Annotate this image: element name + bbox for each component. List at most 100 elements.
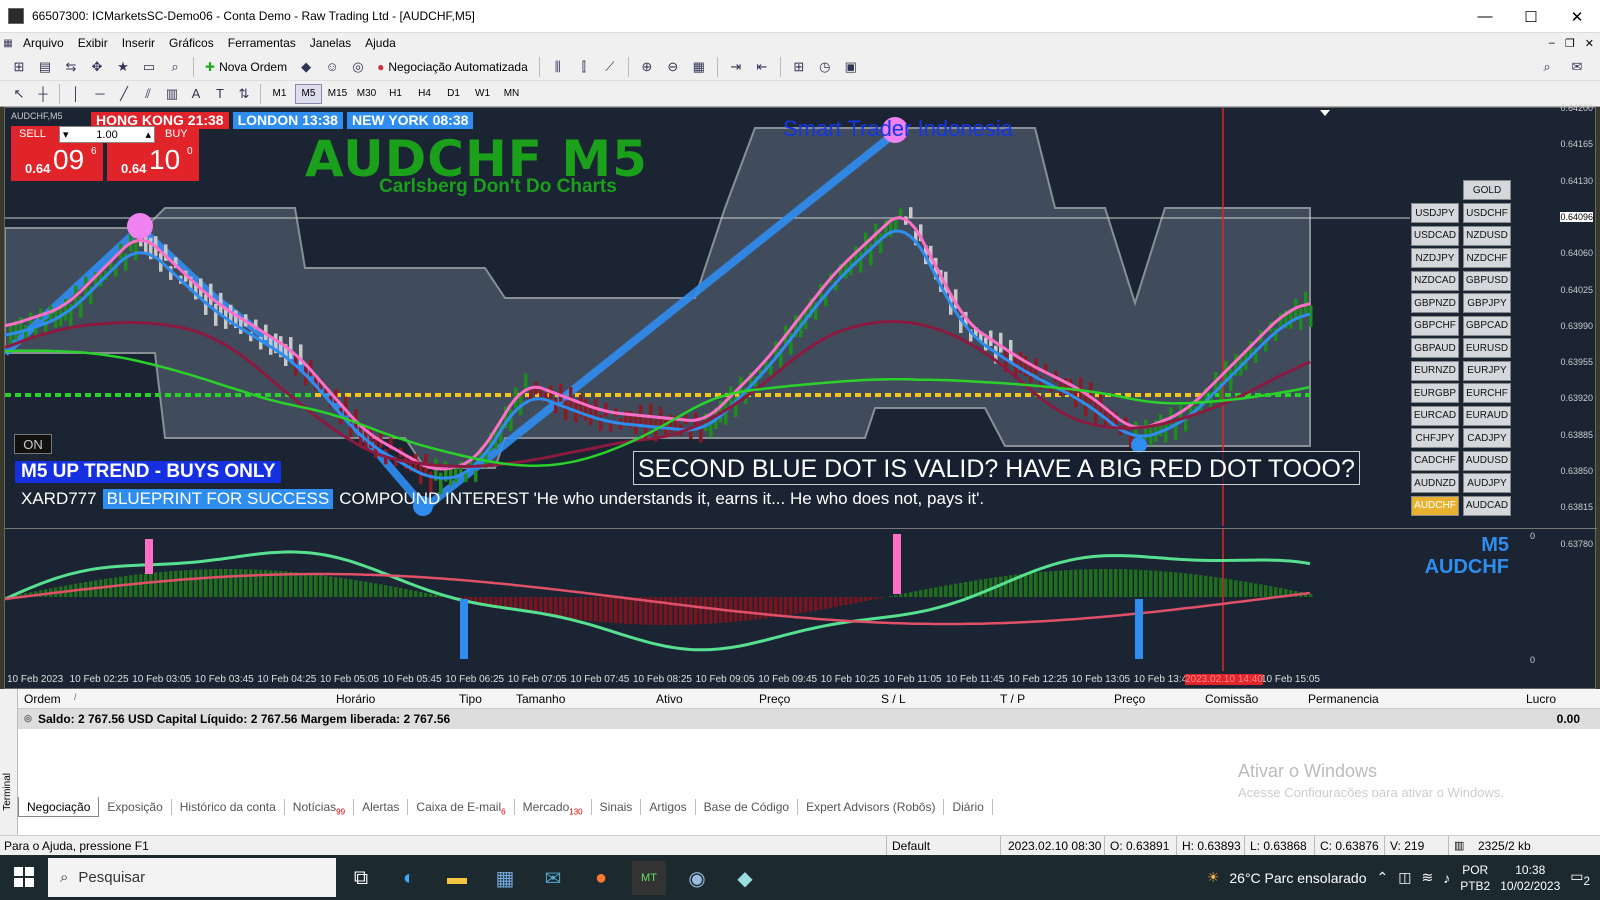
symbol-button-cadjpy[interactable]: CADJPY	[1463, 428, 1511, 448]
templates-icon[interactable]: ▣	[840, 57, 862, 77]
app-icon-extra[interactable]: ◆	[728, 861, 762, 895]
symbol-button-eurgbp[interactable]: EURGBP	[1411, 383, 1459, 403]
col-ordem[interactable]: Ordem	[24, 692, 61, 706]
tf-m15[interactable]: M15	[324, 84, 351, 104]
text-icon[interactable]: A	[185, 84, 207, 104]
symbol-button-eurjpy[interactable]: EURJPY	[1463, 360, 1511, 381]
terminal-tab-negocia-o[interactable]: Negociação	[18, 797, 100, 817]
menu-graficos[interactable]: Gráficos	[162, 36, 221, 50]
symbol-button-cadchf[interactable]: CADCHF	[1411, 450, 1459, 471]
menu-janelas[interactable]: Janelas	[303, 36, 358, 50]
chart-window[interactable]: 0.64200 0.64165 0.64130 0.64096 0.64060 0.640…	[4, 103, 1597, 689]
navigator-icon[interactable]: ✥	[86, 57, 108, 77]
new-order-button[interactable]: ✚ Nova Ordem	[201, 57, 291, 77]
col-lucro[interactable]: Lucro	[1526, 692, 1556, 706]
col-sl[interactable]: S / L	[881, 692, 906, 706]
oscillator-subwindow[interactable]: M5 AUDCHF 0 0	[5, 528, 1597, 671]
symbol-button-eurnzd[interactable]: EURNZD	[1411, 360, 1459, 381]
terminal-tab-sinais[interactable]: Sinais	[592, 799, 642, 815]
tf-m5[interactable]: M5	[295, 83, 322, 104]
col-comissao[interactable]: Comissão	[1205, 692, 1258, 706]
on-toggle-button[interactable]: ON	[14, 434, 52, 454]
menu-inserir[interactable]: Inserir	[115, 36, 162, 50]
language-indicator[interactable]: POR PTB2	[1460, 862, 1490, 894]
col-tp[interactable]: T / P	[1000, 692, 1025, 706]
tf-h1[interactable]: H1	[382, 84, 409, 104]
col-preco[interactable]: Preço	[759, 692, 790, 706]
start-button[interactable]	[14, 867, 34, 887]
market-watch-icon[interactable]: ⇆	[60, 57, 82, 77]
symbol-button-audcad[interactable]: AUDCAD	[1463, 495, 1511, 516]
terminal-tab-caixa-de-e-mail[interactable]: Caixa de E-mail6	[408, 799, 515, 816]
symbol-button-audjpy[interactable]: AUDJPY	[1463, 473, 1511, 493]
store-icon[interactable]: ▦	[488, 861, 522, 895]
child-restore-button[interactable]: ❐	[1565, 37, 1575, 50]
tray-chevron-icon[interactable]: ⌃	[1377, 869, 1389, 886]
candle-chart-icon[interactable]: ⫿	[573, 57, 595, 77]
tester-icon[interactable]: ⌕	[164, 57, 186, 77]
firefox-icon[interactable]: ●	[584, 861, 618, 895]
tf-h4[interactable]: H4	[411, 84, 438, 104]
taskbar-search[interactable]: ⌕ Pesquisar	[48, 858, 336, 897]
menu-ajuda[interactable]: Ajuda	[358, 36, 403, 50]
symbol-button-nzdchf[interactable]: NZDCHF	[1463, 248, 1511, 268]
symbol-button-euraud[interactable]: EURAUD	[1463, 405, 1511, 426]
terminal-tab-exposi-o[interactable]: Exposição	[99, 799, 172, 815]
menu-exibir[interactable]: Exibir	[71, 36, 115, 50]
autoscroll-icon[interactable]: ⇥	[725, 57, 747, 77]
symbol-button-eurcad[interactable]: EURCAD	[1411, 405, 1459, 426]
terminal-tab-mercado[interactable]: Mercado130	[515, 799, 592, 816]
menu-arquivo[interactable]: Arquivo	[16, 36, 71, 50]
metatrader-icon[interactable]: MT	[632, 861, 666, 895]
tf-m30[interactable]: M30	[353, 84, 380, 104]
clock[interactable]: 10:38 10/02/2023	[1500, 862, 1560, 894]
lot-size-input[interactable]: ▾ 1.00 ▴	[59, 126, 155, 143]
symbol-button-chfjpy[interactable]: CHFJPY	[1411, 428, 1459, 448]
profiles-icon[interactable]: ▤	[34, 57, 56, 77]
symbol-button-nzdusd[interactable]: NZDUSD	[1463, 225, 1511, 246]
terminal-tab-expert-advisors-rob-s-[interactable]: Expert Advisors (Robôs)	[798, 799, 945, 815]
tile-windows-icon[interactable]: ▦	[688, 57, 710, 77]
symbol-button-gbpcad[interactable]: GBPCAD	[1463, 315, 1511, 336]
terminal-tab-base-de-c-digo[interactable]: Base de Código	[696, 799, 799, 815]
symbol-button-gbpaud[interactable]: GBPAUD	[1411, 338, 1459, 358]
symbol-button-gold[interactable]: GOLD	[1463, 180, 1511, 200]
symbol-button-eurchf[interactable]: EURCHF	[1463, 383, 1511, 403]
data-window-icon[interactable]: ★	[112, 57, 134, 77]
symbol-button-gbpchf[interactable]: GBPCHF	[1411, 315, 1459, 336]
chat-icon[interactable]: ✉	[1566, 57, 1588, 77]
wifi-icon[interactable]: ≋	[1421, 869, 1433, 886]
horizontal-line-icon[interactable]: ─	[89, 84, 111, 104]
tf-w1[interactable]: W1	[469, 84, 496, 104]
bar-chart-icon[interactable]: ⫼	[547, 57, 569, 77]
symbol-button-nzdcad[interactable]: NZDCAD	[1411, 270, 1459, 291]
periods-icon[interactable]: ◷	[814, 57, 836, 77]
maximize-button[interactable]: ☐	[1508, 0, 1554, 33]
task-view-icon[interactable]: ⧉	[344, 861, 378, 895]
network-icon[interactable]: ◫	[1398, 869, 1411, 886]
volume-icon[interactable]: ♪	[1443, 870, 1450, 886]
price-chart[interactable]: 0.64200 0.64165 0.64130 0.64096 0.64060 0.640…	[5, 103, 1597, 549]
symbol-button-usdjpy[interactable]: USDJPY	[1411, 203, 1459, 223]
cursor-icon[interactable]: ↖	[8, 84, 30, 104]
col-horario[interactable]: Horário	[336, 692, 375, 706]
fibonacci-icon[interactable]: ▥	[161, 84, 183, 104]
menu-ferramentas[interactable]: Ferramentas	[221, 36, 303, 50]
crosshair-icon[interactable]: ┼	[32, 84, 54, 104]
terminal-tab-alertas[interactable]: Alertas	[354, 799, 409, 815]
chart-shift-icon[interactable]: ⇤	[751, 57, 773, 77]
symbol-button-usdchf[interactable]: USDCHF	[1463, 203, 1511, 223]
new-chart-icon[interactable]: ⊞	[8, 57, 30, 77]
terminal-icon[interactable]: ▭	[138, 57, 160, 77]
terminal-tab-di-rio[interactable]: Diário	[944, 799, 993, 815]
terminal-tab-artigos[interactable]: Artigos	[641, 799, 696, 815]
terminal-tab-not-cias[interactable]: Notícias99	[285, 799, 355, 816]
arrows-icon[interactable]: ⇅	[233, 84, 255, 104]
col-ativo[interactable]: Ativo	[656, 692, 683, 706]
zoom-out-icon[interactable]: ⊖	[662, 57, 684, 77]
symbol-button-gbpnzd[interactable]: GBPNZD	[1411, 293, 1459, 313]
channel-icon[interactable]: ⫽	[137, 84, 159, 104]
symbol-button-gbpusd[interactable]: GBPUSD	[1463, 270, 1511, 291]
symbol-button-nzdjpy[interactable]: NZDJPY	[1411, 248, 1459, 268]
col-tipo[interactable]: Tipo	[459, 692, 482, 706]
